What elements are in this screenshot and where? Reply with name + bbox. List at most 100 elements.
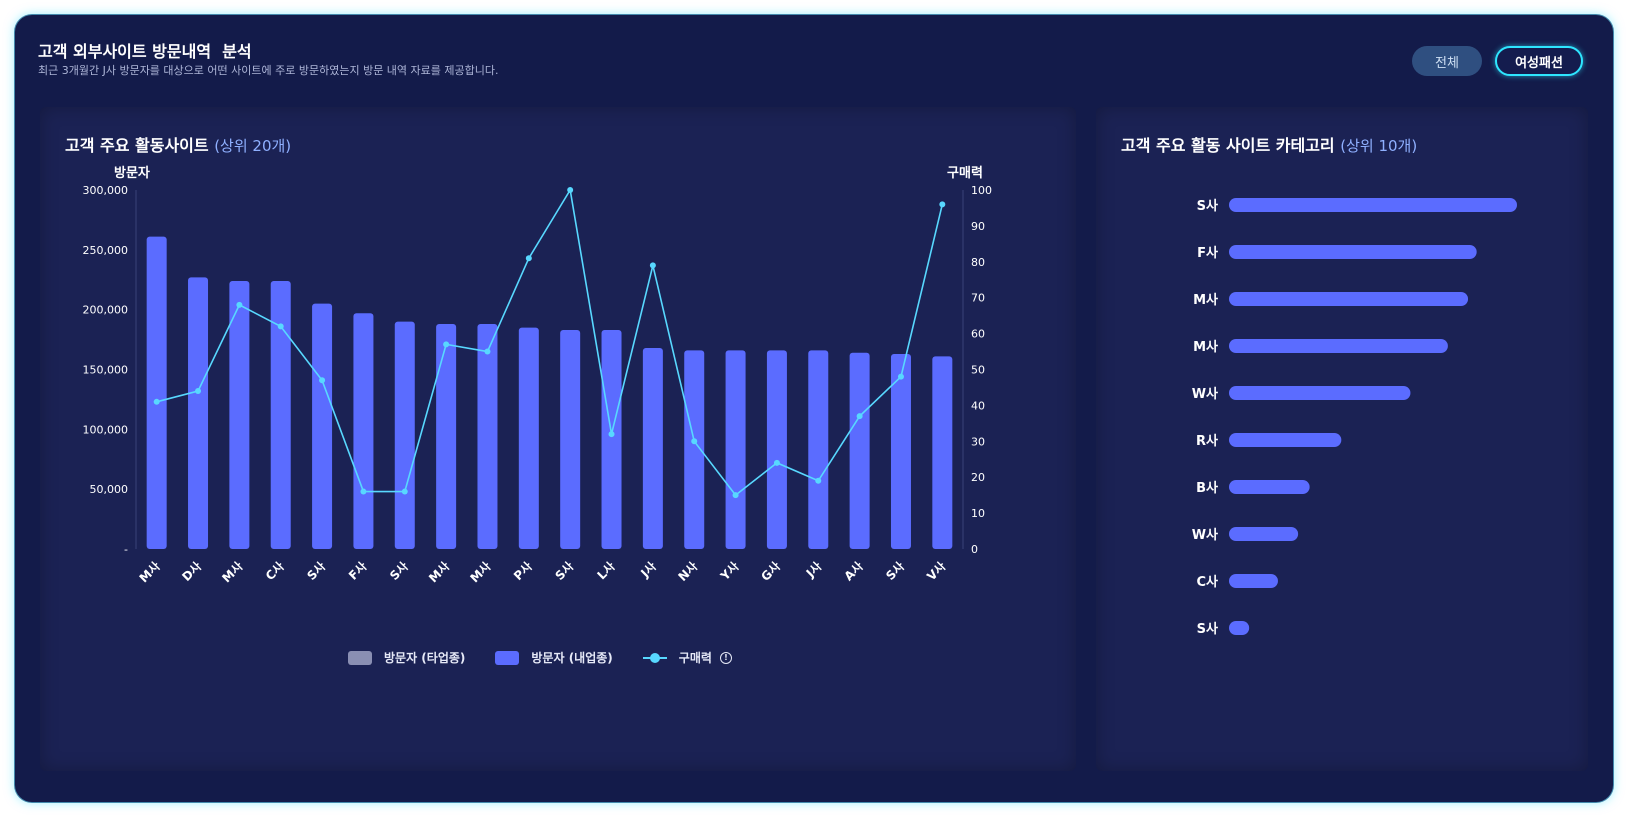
chart-legend: 방문자 (타업종) 방문자 (내업종) 구매력 ! [348,649,762,666]
legend-label-other: 방문자 (타업종) [384,651,466,665]
y-tick-label: 50,000 [90,483,129,496]
bar [642,347,663,549]
purchasing-power-point [732,492,739,499]
category-label: S사 [1197,198,1218,214]
x-tick-label: S사 [552,559,577,584]
bar [270,280,291,549]
bar [808,350,829,549]
bar [725,350,746,549]
category-bar [1229,245,1477,259]
purchasing-power-point [773,459,780,466]
category-bar [1229,339,1448,353]
bar [353,313,374,549]
legend-swatch-same [495,650,520,665]
purchasing-power-point [319,377,326,384]
x-tick-label: A사 [841,559,866,584]
y2-tick-label: 50 [971,364,985,377]
purchasing-power-point [484,348,491,355]
y-tick-label: 250,000 [83,244,129,257]
purchasing-power-point [897,373,904,380]
top-categories-chart: S사 F사 M사 M사 W사 R사 B사 W사 C사 S사 [1192,198,1517,637]
bar [766,350,787,549]
filter-all-button[interactable]: 전체 [1412,46,1482,76]
x-tick-label: L사 [594,559,618,583]
y2-tick-label: 40 [971,399,985,412]
x-tick-label: S사 [386,559,411,584]
x-tick-label: S사 [883,559,908,584]
bar [436,324,457,549]
purchasing-power-point [153,398,160,405]
bar [560,330,581,549]
x-tick-label: F사 [345,559,369,583]
x-tick-label: V사 [923,559,948,584]
page-subtitle: 최근 3개월간 J사 방문자를 대상으로 어떤 사이트에 주로 방문하였는지 방… [38,64,499,77]
bar [518,327,539,549]
x-tick-label: M사 [219,559,246,586]
y-tick-label: 200,000 [83,304,129,317]
purchasing-power-point [608,431,615,438]
category-label: R사 [1196,433,1218,449]
x-tick-label: C사 [262,559,287,584]
page-title: 고객 외부사이트 방문내역 분석 [38,42,252,61]
info-icon[interactable]: ! [719,651,732,664]
y2-tick-label: 30 [971,435,985,448]
bar [601,330,622,549]
category-label: M사 [1193,339,1218,355]
legend-item-other-industry[interactable]: 방문자 (타업종) [348,649,465,666]
x-tick-label: M사 [136,559,163,586]
top-categories-panel: 고객 주요 활동 사이트 카테고리 (상위 10개) S사 F사 M사 M사 W사 R사 B… [1096,107,1588,771]
purchasing-power-point [815,477,822,484]
bar [394,321,415,549]
category-bar [1229,527,1299,541]
purchasing-power-point [649,262,656,269]
y-tick-label: 100,000 [83,423,129,436]
bar [188,277,209,549]
category-bar [1229,386,1411,400]
y2-tick-label: 100 [971,184,992,197]
purchasing-power-point [236,301,243,308]
bar [312,303,333,549]
y2-tick-label: 70 [971,292,985,305]
x-tick-label: N사 [675,559,701,585]
purchasing-power-point [443,341,450,348]
y2-axis-title: 구매력 [947,166,983,181]
category-label: C사 [1196,574,1218,590]
bar [146,236,167,550]
purchasing-power-point [360,488,367,495]
category-bar [1229,574,1278,588]
category-bar [1229,480,1310,494]
y-tick-label: - [124,543,128,556]
y-axis-title: 방문자 [114,165,150,181]
purchasing-power-point [691,438,698,445]
legend-swatch-other [348,650,372,665]
y2-tick-label: 60 [971,328,985,341]
x-tick-label: J사 [637,559,659,581]
y-tick-label: 150,000 [83,364,129,377]
y-tick-label: 300,000 [83,184,129,197]
legend-item-same-industry[interactable]: 방문자 (내업종) [495,649,613,666]
y2-tick-label: 20 [971,471,985,484]
purchasing-power-point [401,488,408,495]
x-tick-label: D사 [179,559,204,584]
bar [849,352,870,549]
category-label: M사 [1193,292,1218,308]
purchasing-power-point [939,201,946,208]
top-sites-panel: 고객 주요 활동사이트 (상위 20개) 방문자 구매력 -50,000 100,00… [40,107,1076,771]
purchasing-power-point [856,413,863,420]
x-tick-label: P사 [510,559,535,584]
bar [477,324,498,549]
x-tick-label: J사 [802,559,824,581]
category-bar [1229,433,1342,447]
legend-item-purchasing-power[interactable]: 구매력 ! [642,649,732,666]
y2-tick-label: 80 [971,256,985,269]
bar [932,356,953,549]
category-label: W사 [1192,386,1218,402]
x-tick-label: G사 [758,559,783,584]
top-sites-chart: 방문자 구매력 - 50,000 100,000 150,000 200,000 250,00… [83,165,993,586]
x-tick-label: M사 [425,559,452,586]
legend-label-same: 방문자 (내업종) [531,651,613,665]
category-bar [1229,621,1250,635]
filter-womens-fashion-button[interactable]: 여성패션 [1495,46,1583,76]
legend-label-purchasing-power: 구매력 [678,651,712,665]
purchasing-power-point [525,255,532,262]
